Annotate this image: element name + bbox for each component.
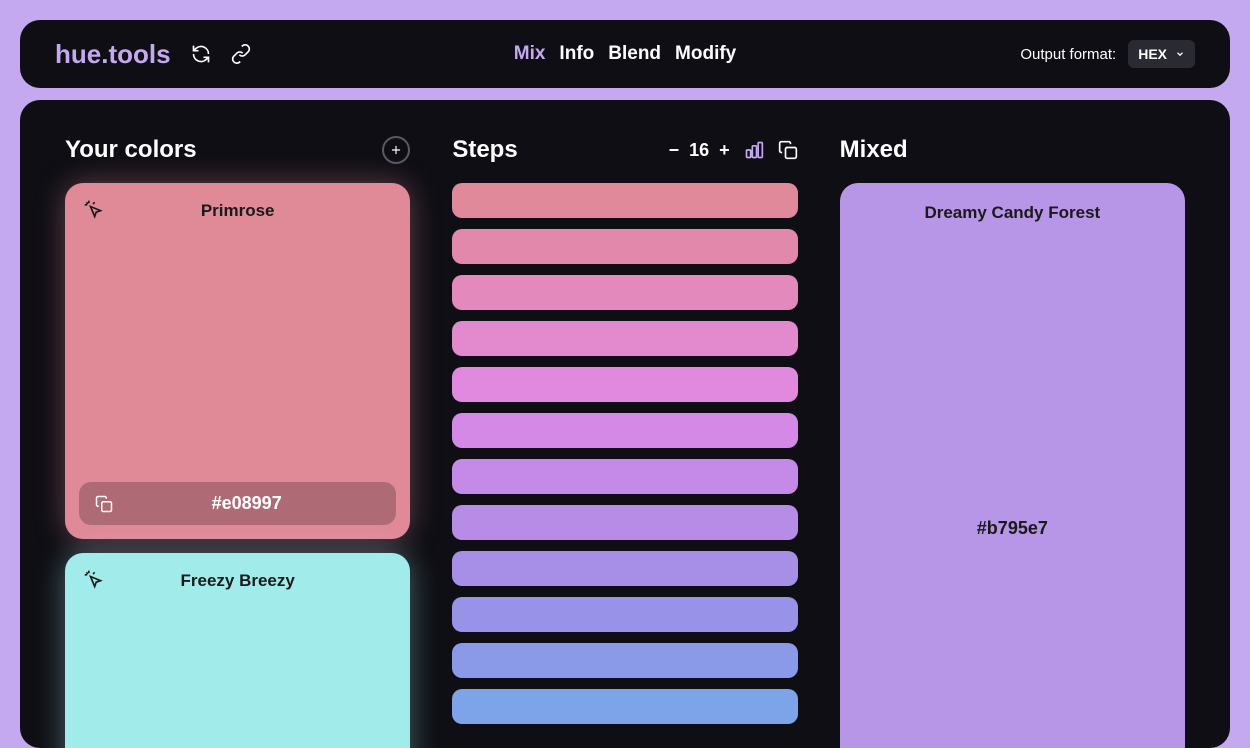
output-format-select[interactable]: HEX: [1128, 40, 1195, 68]
add-color-button[interactable]: [382, 136, 410, 164]
plus-icon: [389, 143, 403, 157]
color-card-primrose[interactable]: Primrose #e08997: [65, 183, 410, 539]
bar-chart-icon[interactable]: [744, 140, 764, 160]
copy-all-icon[interactable]: [778, 140, 798, 160]
color-name-primrose: Primrose: [81, 199, 394, 221]
steps-decrement[interactable]: −: [669, 140, 680, 161]
link-icon[interactable]: [231, 44, 251, 64]
nav-blend[interactable]: Blend: [608, 43, 661, 65]
steps-count: 16: [689, 140, 709, 161]
step-swatch[interactable]: [452, 275, 797, 310]
step-swatch[interactable]: [452, 413, 797, 448]
main-content: Your colors Primrose #e08997: [20, 100, 1230, 748]
step-swatch[interactable]: [452, 505, 797, 540]
hex-pill-primrose[interactable]: #e08997: [79, 482, 396, 525]
header-left: hue.tools: [55, 39, 251, 70]
nav-modify[interactable]: Modify: [675, 43, 736, 65]
mixed-hex-value: #b795e7: [840, 518, 1185, 539]
steps-header: Steps − 16 +: [452, 135, 797, 165]
step-swatch[interactable]: [452, 643, 797, 678]
cursor-click-icon: [83, 199, 103, 219]
your-colors-title: Your colors: [65, 136, 197, 164]
your-colors-column: Your colors Primrose #e08997: [65, 135, 410, 748]
step-swatch[interactable]: [452, 229, 797, 264]
your-colors-header: Your colors: [65, 135, 410, 165]
cursor-click-icon: [83, 569, 103, 589]
steps-stepper: − 16 +: [669, 140, 730, 161]
step-swatch[interactable]: [452, 597, 797, 632]
color-card-freezy[interactable]: Freezy Breezy: [65, 553, 410, 748]
chevron-down-icon: [1175, 49, 1185, 59]
steps-controls: − 16 +: [669, 140, 798, 161]
mixed-header: Mixed: [840, 135, 1185, 165]
mixed-title: Mixed: [840, 136, 908, 164]
app-header: hue.tools Mix Info Blend Modify Output f…: [20, 20, 1230, 88]
header-right: Output format: HEX: [1020, 40, 1195, 68]
steps-increment[interactable]: +: [719, 140, 730, 161]
step-swatch[interactable]: [452, 183, 797, 218]
step-swatch[interactable]: [452, 459, 797, 494]
step-swatch[interactable]: [452, 367, 797, 402]
output-format-value: HEX: [1138, 46, 1167, 62]
steps-column: Steps − 16 +: [452, 135, 797, 748]
steps-title: Steps: [452, 136, 517, 164]
mixed-color-name: Dreamy Candy Forest: [860, 203, 1165, 223]
randomize-icon[interactable]: [191, 44, 211, 64]
logo[interactable]: hue.tools: [55, 39, 171, 70]
nav-info[interactable]: Info: [559, 43, 594, 65]
nav-mix[interactable]: Mix: [514, 43, 546, 65]
step-swatch[interactable]: [452, 689, 797, 724]
main-nav: Mix Info Blend Modify: [514, 43, 737, 65]
step-swatch[interactable]: [452, 321, 797, 356]
color-name-freezy: Freezy Breezy: [81, 569, 394, 591]
steps-list: [452, 183, 797, 724]
mixed-card[interactable]: Dreamy Candy Forest #b795e7: [840, 183, 1185, 748]
copy-icon: [95, 495, 113, 513]
step-swatch[interactable]: [452, 551, 797, 586]
mixed-column: Mixed Dreamy Candy Forest #b795e7: [840, 135, 1185, 748]
hex-value-primrose: #e08997: [113, 493, 380, 514]
output-format-label: Output format:: [1020, 46, 1116, 63]
